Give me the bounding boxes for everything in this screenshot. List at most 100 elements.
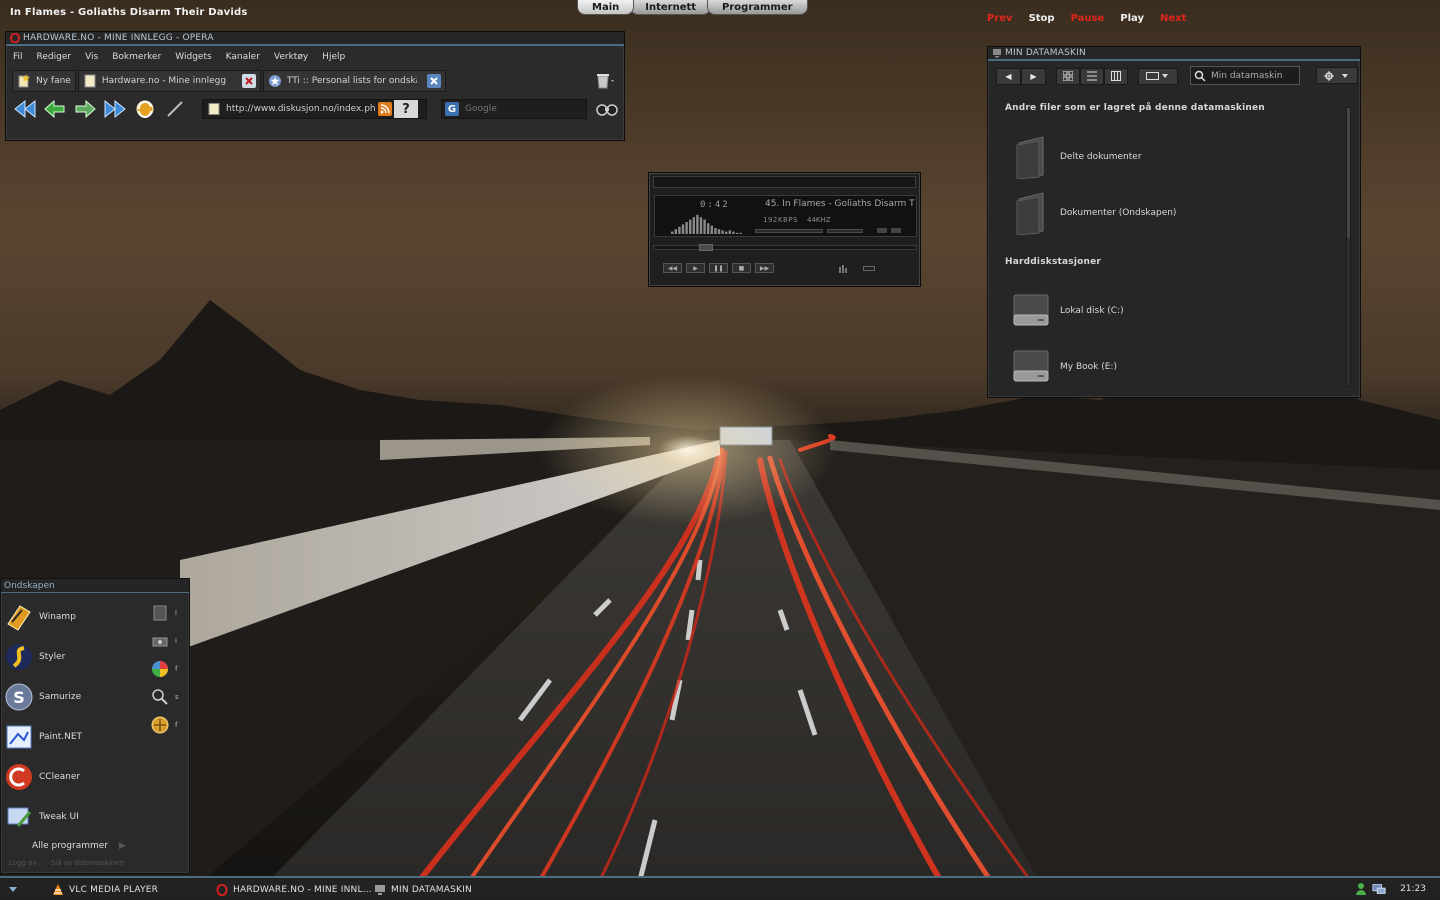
shuffle-button[interactable] xyxy=(863,266,875,271)
start-menu: Ondskapen Winamp Styler S Samurize Paint… xyxy=(0,578,190,874)
settings-button[interactable] xyxy=(1316,67,1358,84)
scrollbar-thumb[interactable] xyxy=(1347,108,1350,238)
winamp-time: 0:42 xyxy=(700,200,730,210)
shutdown-button[interactable]: Slå av datamaskinen xyxy=(51,859,124,867)
network-icon[interactable] xyxy=(1372,882,1386,896)
search-input[interactable]: G Google xyxy=(441,99,587,119)
right-item-label: i xyxy=(175,637,177,645)
start-button[interactable] xyxy=(0,879,26,899)
visualizer-bar xyxy=(699,217,703,234)
balance-slider[interactable] xyxy=(827,229,863,233)
rss-icon[interactable] xyxy=(378,102,392,116)
drive-item[interactable]: Lokal disk (C:) xyxy=(1011,289,1124,333)
view-icons-button[interactable] xyxy=(1056,67,1080,85)
launcher-tab-programmer[interactable]: Programmer xyxy=(707,0,808,15)
visualizer-bar xyxy=(721,230,724,234)
program-label: Samurize xyxy=(39,692,82,702)
menu-vis[interactable]: Vis xyxy=(85,52,98,62)
help-button[interactable]: ? xyxy=(394,100,418,118)
scrollbar[interactable] xyxy=(1346,107,1351,387)
group-heading-files: Andre filer som er lagret på denne datam… xyxy=(1005,103,1265,113)
menu-verktoy[interactable]: Verktøy xyxy=(274,52,308,62)
pause-button[interactable]: Pause xyxy=(1071,13,1105,24)
tab-hardware[interactable]: Hardware.no - Mine innlegg xyxy=(77,70,261,92)
eq-toggle[interactable] xyxy=(877,228,887,233)
menu-kanaler[interactable]: Kanaler xyxy=(226,52,260,62)
program-tweakui[interactable]: Tweak UI xyxy=(3,799,143,835)
right-item[interactable]: s xyxy=(149,683,191,711)
forward-icon[interactable] xyxy=(72,97,98,121)
program-winamp[interactable]: Winamp xyxy=(3,599,143,635)
reload-icon[interactable] xyxy=(132,97,158,121)
task-opera[interactable]: HARDWARE.NO - MINE INNL... xyxy=(216,883,372,897)
eject-button[interactable] xyxy=(839,263,849,273)
prev-button[interactable]: Prev xyxy=(987,13,1013,24)
program-label: Styler xyxy=(39,652,66,662)
menu-widgets[interactable]: Widgets xyxy=(175,52,211,62)
winamp-prev-button[interactable]: ◀◀ xyxy=(663,263,682,273)
winamp-stop-button[interactable]: ■ xyxy=(732,263,751,273)
seek-knob[interactable] xyxy=(699,244,713,251)
back-icon[interactable] xyxy=(42,97,68,121)
volume-slider[interactable] xyxy=(755,229,823,233)
group-heading-drives: Harddiskstasjoner xyxy=(1005,257,1102,267)
winamp-next-button[interactable]: ▶▶ xyxy=(755,263,774,273)
address-bar[interactable]: http://www.diskusjon.no/index.php ? xyxy=(202,99,427,119)
visualizer-bar xyxy=(739,232,742,234)
program-paintnet[interactable]: Paint.NET xyxy=(3,719,143,755)
binoculars-icon[interactable] xyxy=(596,100,618,118)
tab-tti[interactable]: TTi :: Personal lists for ondskap... xyxy=(262,70,446,92)
launcher-tab-internett[interactable]: Internett xyxy=(630,0,712,15)
winamp-play-button[interactable]: ▶ xyxy=(686,263,705,273)
playlist-toggle[interactable] xyxy=(891,228,901,233)
program-label: Tweak UI xyxy=(39,812,79,822)
close-icon[interactable] xyxy=(426,74,441,88)
winamp-titlebar[interactable] xyxy=(653,176,916,188)
search-input[interactable]: Min datamaskin xyxy=(1190,66,1300,85)
folder-item[interactable]: Dokumenter (Ondskapen) xyxy=(1011,191,1176,235)
menu-rediger[interactable]: Rediger xyxy=(37,52,72,62)
seek-bar[interactable] xyxy=(653,244,917,251)
logoff-button[interactable]: Logg av xyxy=(9,859,37,867)
folder-item[interactable]: Delte dokumenter xyxy=(1011,135,1142,179)
right-item[interactable]: f xyxy=(149,711,191,739)
right-item[interactable]: i xyxy=(149,599,191,627)
fast-forward-icon[interactable] xyxy=(102,97,128,121)
close-icon[interactable] xyxy=(241,74,256,88)
trash-icon[interactable] xyxy=(594,72,616,90)
hard-drive-icon xyxy=(1011,345,1051,389)
view-details-button[interactable] xyxy=(1104,67,1128,85)
task-vlc[interactable]: VLC MEDIA PLAYER xyxy=(52,883,158,897)
stop-button[interactable]: Stop xyxy=(1029,13,1055,24)
next-button[interactable]: Next xyxy=(1160,13,1186,24)
menu-fil[interactable]: Fil xyxy=(13,52,23,62)
winamp-pause-button[interactable]: ❚❚ xyxy=(709,263,728,273)
drive-item[interactable]: My Book (E:) xyxy=(1011,345,1117,389)
user-icon[interactable] xyxy=(1354,882,1368,896)
launcher-tab-main[interactable]: Main xyxy=(577,0,635,15)
play-button[interactable]: Play xyxy=(1120,13,1144,24)
wand-icon[interactable] xyxy=(162,97,188,121)
view-dropdown-button[interactable] xyxy=(1138,67,1178,85)
right-item[interactable]: f xyxy=(149,655,191,683)
forward-button[interactable]: ▶ xyxy=(1021,67,1046,85)
program-ccleaner[interactable]: CCleaner xyxy=(3,759,143,795)
google-icon: G xyxy=(445,102,459,116)
all-programs-button[interactable]: Alle programmer ▶ xyxy=(32,841,126,851)
program-styler[interactable]: Styler xyxy=(3,639,143,675)
explorer-titlebar[interactable]: MIN DATAMASKIN xyxy=(988,47,1360,61)
menu-hjelp[interactable]: Hjelp xyxy=(322,52,345,62)
view-dropdown-icon xyxy=(1146,72,1168,80)
rewind-icon[interactable] xyxy=(12,97,38,121)
now-playing-text: In Flames - Goliaths Disarm Their Davids xyxy=(10,7,248,18)
task-explorer[interactable]: MIN DATAMASKIN xyxy=(374,883,472,897)
menu-bokmerker[interactable]: Bokmerker xyxy=(112,52,161,62)
back-button[interactable]: ◀ xyxy=(996,67,1021,85)
view-list-button[interactable] xyxy=(1080,67,1104,85)
right-item-label: s xyxy=(175,693,179,701)
tab-new[interactable]: Ny fane xyxy=(12,70,76,92)
right-item[interactable]: i xyxy=(149,627,191,655)
program-samurize[interactable]: S Samurize xyxy=(3,679,143,715)
opera-titlebar[interactable]: HARDWARE.NO - MINE INNLEGG - OPERA xyxy=(6,32,624,46)
page-icon xyxy=(83,74,97,88)
